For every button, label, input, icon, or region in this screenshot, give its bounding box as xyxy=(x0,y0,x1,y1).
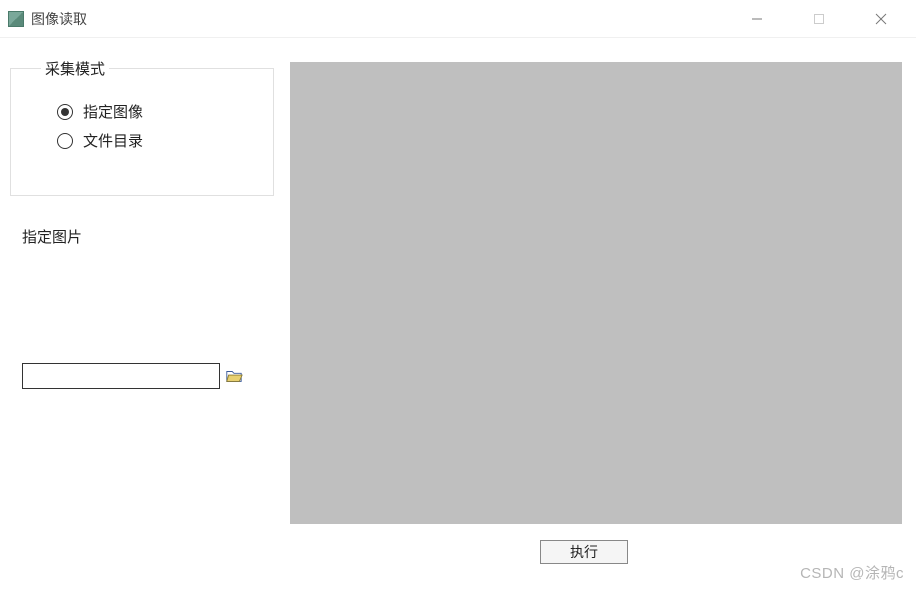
maximize-icon xyxy=(813,13,825,25)
browse-button[interactable] xyxy=(222,363,246,389)
image-viewport xyxy=(290,62,902,524)
specify-image-label: 指定图片 xyxy=(22,226,274,247)
minimize-button[interactable] xyxy=(726,0,788,37)
capture-mode-group: 采集模式 指定图像 文件目录 xyxy=(10,58,274,196)
titlebar: 图像读取 xyxy=(0,0,916,38)
minimize-icon xyxy=(751,13,763,25)
window-controls xyxy=(726,0,912,37)
open-file-icon xyxy=(225,367,243,385)
window-title: 图像读取 xyxy=(31,9,87,29)
close-icon xyxy=(875,13,887,25)
radio-icon xyxy=(57,104,73,120)
watermark: CSDN @涂鸦c xyxy=(800,562,904,583)
radio-file-dir-label: 文件目录 xyxy=(83,130,143,151)
radio-checked-dot xyxy=(61,108,69,116)
close-button[interactable] xyxy=(850,0,912,37)
path-row xyxy=(22,363,274,389)
content-area: 采集模式 指定图像 文件目录 指定图片 执行 xyxy=(0,38,916,589)
radio-specify-image-label: 指定图像 xyxy=(83,101,143,122)
left-panel: 采集模式 指定图像 文件目录 指定图片 xyxy=(10,58,274,389)
radio-icon xyxy=(57,133,73,149)
maximize-button xyxy=(788,0,850,37)
radio-specify-image[interactable]: 指定图像 xyxy=(57,101,243,122)
execute-button[interactable]: 执行 xyxy=(540,540,628,564)
capture-mode-legend: 采集模式 xyxy=(41,58,109,79)
radio-file-dir[interactable]: 文件目录 xyxy=(57,130,243,151)
app-icon xyxy=(8,11,24,27)
image-path-input[interactable] xyxy=(22,363,220,389)
